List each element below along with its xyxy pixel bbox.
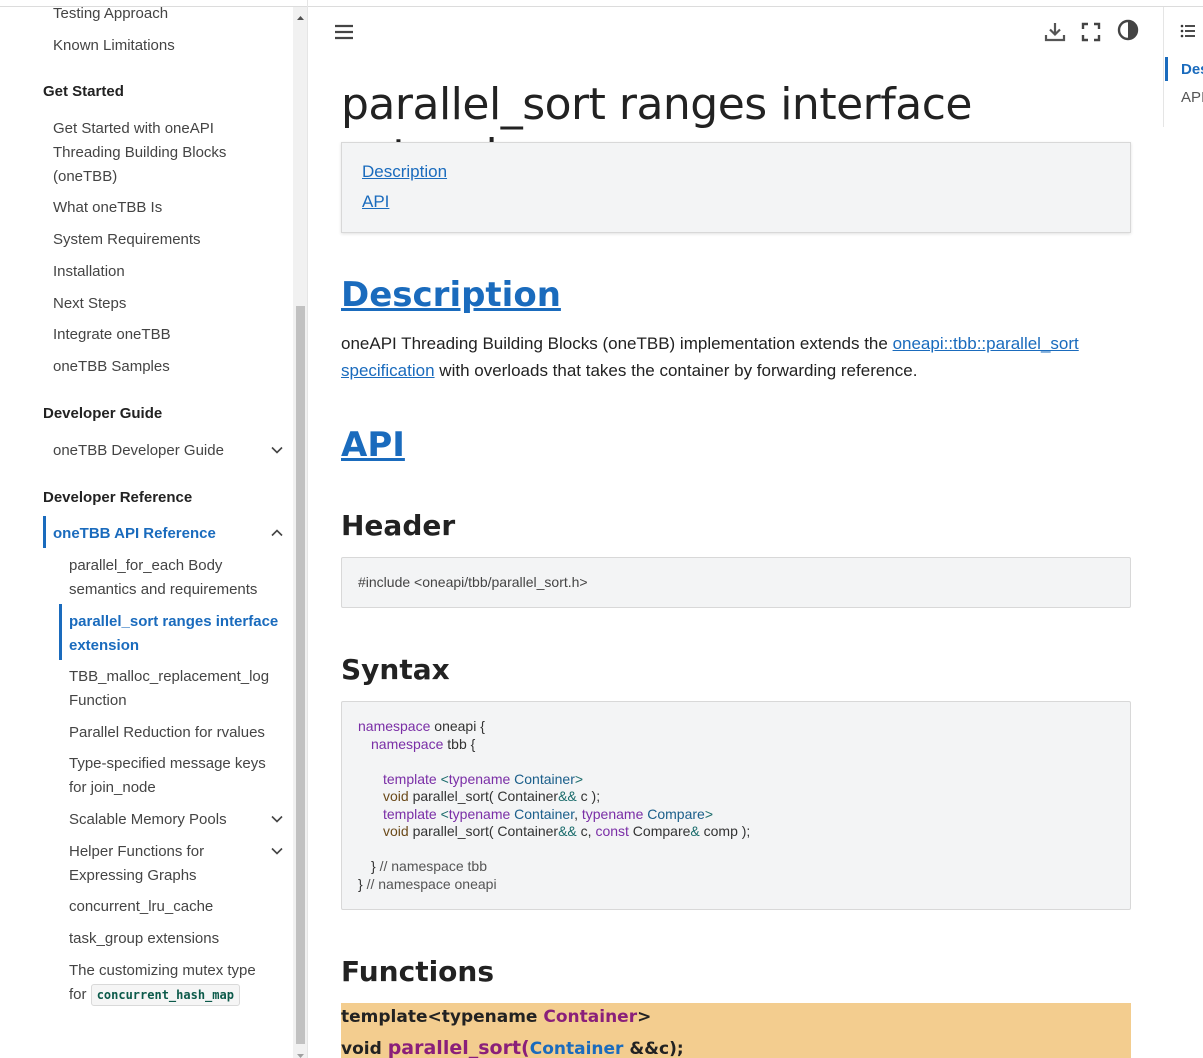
signature-line-2: void parallel_sort(Container &&c); bbox=[341, 1037, 684, 1058]
signature-param-type[interactable]: Container bbox=[530, 1039, 624, 1058]
signature-line-1: template<typename Container> bbox=[341, 1007, 651, 1027]
toc-link-api[interactable]: API bbox=[362, 192, 389, 212]
code-chip: concurrent_hash_map bbox=[90, 984, 240, 1006]
sidebar-item-get-started-onetbb[interactable]: Get Started with oneAPI Threading Buildi… bbox=[53, 117, 278, 189]
sidebar-scrollbar-thumb[interactable] bbox=[296, 306, 305, 1044]
sidebar-item-tbb-malloc-log[interactable]: TBB_malloc_replacement_log Function bbox=[69, 665, 279, 713]
code-line: template <typename Container> bbox=[383, 771, 584, 787]
sidebar-item-onetbb-api-reference[interactable]: oneTBB API Reference bbox=[53, 522, 278, 546]
sidebar-item-what-onetbb-is[interactable]: What oneTBB Is bbox=[53, 196, 278, 220]
sidebar-item-next-steps[interactable]: Next Steps bbox=[53, 292, 278, 316]
sidebar-item-parallel-for-each[interactable]: parallel_for_each Body semantics and req… bbox=[69, 554, 279, 602]
active-section-indicator bbox=[43, 516, 46, 548]
download-icon[interactable] bbox=[1043, 20, 1067, 44]
code-line: } // namespace tbb bbox=[371, 858, 487, 874]
toc-link-description[interactable]: Description bbox=[362, 162, 447, 182]
signature-template-keyword: template<typename bbox=[341, 1007, 544, 1027]
right-toc: Des API bbox=[1163, 7, 1203, 127]
header-code-block: #include <oneapi/tbb/parallel_sort.h> bbox=[341, 557, 1131, 608]
fullscreen-icon[interactable] bbox=[1079, 20, 1103, 44]
code-line: void parallel_sort( Container&& c ); bbox=[383, 788, 601, 804]
hamburger-icon[interactable] bbox=[332, 20, 356, 44]
code-line: void parallel_sort( Container&& c, const… bbox=[383, 823, 751, 839]
heading-functions: Functions bbox=[341, 955, 495, 988]
signature-template-param: Container bbox=[543, 1007, 638, 1027]
code-line: template <typename Container, typename C… bbox=[383, 806, 714, 822]
description-paragraph: oneAPI Threading Building Blocks (oneTBB… bbox=[341, 330, 1131, 384]
right-toc-item-api[interactable]: API bbox=[1181, 89, 1203, 106]
header-include-line: #include <oneapi/tbb/parallel_sort.h> bbox=[358, 574, 588, 590]
sidebar-item-helper-functions[interactable]: Helper Functions for Expressing Graphs bbox=[69, 840, 279, 888]
sidebar-item-testing-approach[interactable]: Testing Approach bbox=[53, 2, 278, 26]
heading-header: Header bbox=[341, 509, 456, 542]
list-icon[interactable] bbox=[1180, 23, 1196, 39]
code-line: } // namespace oneapi bbox=[358, 876, 497, 892]
chevron-down-icon[interactable] bbox=[270, 812, 284, 826]
sidebar-item-type-specified-keys[interactable]: Type-specified message keys for join_nod… bbox=[69, 752, 279, 800]
heading-api[interactable]: API bbox=[341, 425, 405, 465]
page-toc-box: Description API bbox=[341, 142, 1131, 233]
sidebar-item-concurrent-lru-cache[interactable]: concurrent_lru_cache bbox=[69, 895, 279, 919]
contrast-icon[interactable] bbox=[1116, 18, 1140, 42]
function-signature: template<typename Container> void parall… bbox=[341, 1003, 1131, 1058]
sidebar-item-onetbb-samples[interactable]: oneTBB Samples bbox=[53, 355, 278, 379]
signature-template-close: > bbox=[637, 1007, 652, 1027]
code-line: namespace tbb { bbox=[371, 736, 476, 752]
sidebar-heading-developer-guide: Developer Guide bbox=[43, 405, 163, 422]
sidebar-item-integrate-onetbb[interactable]: Integrate oneTBB bbox=[53, 323, 278, 347]
chevron-up-icon[interactable] bbox=[270, 526, 284, 540]
sidebar-heading-get-started: Get Started bbox=[43, 83, 124, 100]
chevron-down-icon[interactable] bbox=[270, 844, 284, 858]
sidebar-scroll-area: Testing Approach Known Limitations Get S… bbox=[0, 0, 292, 1058]
sidebar-nav: Testing Approach Known Limitations Get S… bbox=[0, 0, 308, 1058]
sidebar-item-scalable-memory-pools[interactable]: Scalable Memory Pools bbox=[69, 808, 279, 832]
right-toc-active-indicator bbox=[1165, 57, 1168, 81]
code-line: namespace oneapi { bbox=[358, 718, 485, 734]
sidebar-item-parallel-reduction[interactable]: Parallel Reduction for rvalues bbox=[69, 721, 279, 745]
scroll-down-arrow-icon[interactable] bbox=[296, 1048, 305, 1058]
sidebar-item-customizing-mutex[interactable]: The customizing mutex type for concurren… bbox=[69, 959, 269, 1007]
signature-return-type: void bbox=[341, 1039, 388, 1058]
sidebar-item-installation[interactable]: Installation bbox=[53, 260, 278, 284]
main-content: parallel_sort ranges interface extension… bbox=[309, 7, 1163, 1058]
signature-function-name: parallel_sort bbox=[387, 1037, 522, 1058]
sidebar-item-onetbb-developer-guide[interactable]: oneTBB Developer Guide bbox=[53, 439, 278, 463]
chevron-down-icon[interactable] bbox=[270, 443, 284, 457]
sidebar-item-system-requirements[interactable]: System Requirements bbox=[53, 228, 278, 252]
active-page-indicator bbox=[59, 604, 62, 660]
description-text-1: oneAPI Threading Building Blocks (oneTBB… bbox=[341, 334, 893, 353]
signature-open-paren: ( bbox=[521, 1037, 530, 1058]
description-text-2: with overloads that takes the container … bbox=[434, 361, 918, 380]
sidebar-item-task-group-extensions[interactable]: task_group extensions bbox=[69, 927, 279, 951]
sidebar-heading-developer-reference: Developer Reference bbox=[43, 489, 193, 506]
syntax-code-block: namespace oneapi { namespace tbb { templ… bbox=[341, 701, 1131, 910]
right-toc-item-description[interactable]: Des bbox=[1181, 61, 1203, 78]
sidebar-item-parallel-sort[interactable]: parallel_sort ranges interface extension bbox=[69, 610, 279, 658]
scroll-up-arrow-icon[interactable] bbox=[296, 10, 305, 20]
heading-description[interactable]: Description bbox=[341, 275, 561, 315]
heading-syntax: Syntax bbox=[341, 653, 450, 686]
sidebar-item-known-limitations[interactable]: Known Limitations bbox=[53, 34, 278, 58]
signature-param-rest: &&c); bbox=[623, 1039, 684, 1058]
